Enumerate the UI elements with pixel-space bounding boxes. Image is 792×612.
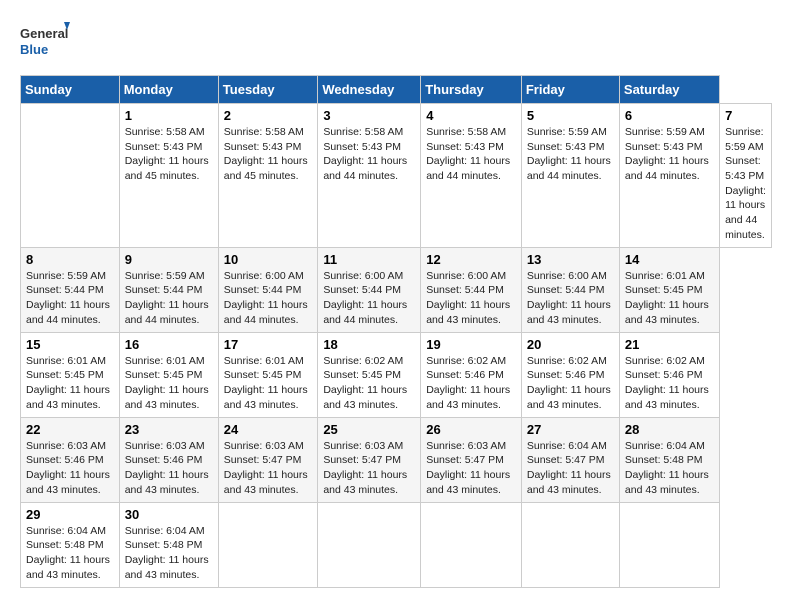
calendar-day: [218, 502, 318, 587]
calendar-day: 24Sunrise: 6:03 AMSunset: 5:47 PMDayligh…: [218, 417, 318, 502]
header-tuesday: Tuesday: [218, 76, 318, 104]
calendar-day: 5Sunrise: 5:59 AMSunset: 5:43 PMDaylight…: [521, 104, 619, 248]
calendar-day: 28Sunrise: 6:04 AMSunset: 5:48 PMDayligh…: [619, 417, 719, 502]
svg-text:Blue: Blue: [20, 42, 48, 57]
calendar-day: 18Sunrise: 6:02 AMSunset: 5:45 PMDayligh…: [318, 332, 421, 417]
calendar-header-row: SundayMondayTuesdayWednesdayThursdayFrid…: [21, 76, 772, 104]
calendar-day: 9Sunrise: 5:59 AMSunset: 5:44 PMDaylight…: [119, 247, 218, 332]
calendar-day: [619, 502, 719, 587]
calendar-day: 30Sunrise: 6:04 AMSunset: 5:48 PMDayligh…: [119, 502, 218, 587]
calendar-day: 7Sunrise: 5:59 AMSunset: 5:43 PMDaylight…: [720, 104, 772, 248]
calendar-day: [318, 502, 421, 587]
calendar-day: 19Sunrise: 6:02 AMSunset: 5:46 PMDayligh…: [421, 332, 522, 417]
calendar-day: 13Sunrise: 6:00 AMSunset: 5:44 PMDayligh…: [521, 247, 619, 332]
calendar-day: [421, 502, 522, 587]
calendar-day: 1Sunrise: 5:58 AMSunset: 5:43 PMDaylight…: [119, 104, 218, 248]
calendar-day: [521, 502, 619, 587]
header-wednesday: Wednesday: [318, 76, 421, 104]
calendar-table: SundayMondayTuesdayWednesdayThursdayFrid…: [20, 75, 772, 588]
calendar-day: 26Sunrise: 6:03 AMSunset: 5:47 PMDayligh…: [421, 417, 522, 502]
calendar-day: 16Sunrise: 6:01 AMSunset: 5:45 PMDayligh…: [119, 332, 218, 417]
empty-cell: [21, 104, 120, 248]
calendar-day: 25Sunrise: 6:03 AMSunset: 5:47 PMDayligh…: [318, 417, 421, 502]
calendar-day: 3Sunrise: 5:58 AMSunset: 5:43 PMDaylight…: [318, 104, 421, 248]
calendar-day: 20Sunrise: 6:02 AMSunset: 5:46 PMDayligh…: [521, 332, 619, 417]
calendar-day: 11Sunrise: 6:00 AMSunset: 5:44 PMDayligh…: [318, 247, 421, 332]
calendar-day: 10Sunrise: 6:00 AMSunset: 5:44 PMDayligh…: [218, 247, 318, 332]
calendar-week-2: 8Sunrise: 5:59 AMSunset: 5:44 PMDaylight…: [21, 247, 772, 332]
calendar-day: 27Sunrise: 6:04 AMSunset: 5:47 PMDayligh…: [521, 417, 619, 502]
logo: General Blue: [20, 20, 70, 65]
header-saturday: Saturday: [619, 76, 719, 104]
calendar-day: 4Sunrise: 5:58 AMSunset: 5:43 PMDaylight…: [421, 104, 522, 248]
header-thursday: Thursday: [421, 76, 522, 104]
calendar-week-4: 22Sunrise: 6:03 AMSunset: 5:46 PMDayligh…: [21, 417, 772, 502]
calendar-day: 6Sunrise: 5:59 AMSunset: 5:43 PMDaylight…: [619, 104, 719, 248]
calendar-day: 17Sunrise: 6:01 AMSunset: 5:45 PMDayligh…: [218, 332, 318, 417]
header-friday: Friday: [521, 76, 619, 104]
calendar-day: 2Sunrise: 5:58 AMSunset: 5:43 PMDaylight…: [218, 104, 318, 248]
svg-text:General: General: [20, 26, 68, 41]
calendar-day: 14Sunrise: 6:01 AMSunset: 5:45 PMDayligh…: [619, 247, 719, 332]
calendar-day: 12Sunrise: 6:00 AMSunset: 5:44 PMDayligh…: [421, 247, 522, 332]
header-monday: Monday: [119, 76, 218, 104]
calendar-day: 29Sunrise: 6:04 AMSunset: 5:48 PMDayligh…: [21, 502, 120, 587]
calendar-day: 8Sunrise: 5:59 AMSunset: 5:44 PMDaylight…: [21, 247, 120, 332]
calendar-day: 15Sunrise: 6:01 AMSunset: 5:45 PMDayligh…: [21, 332, 120, 417]
calendar-week-5: 29Sunrise: 6:04 AMSunset: 5:48 PMDayligh…: [21, 502, 772, 587]
logo-svg: General Blue: [20, 20, 70, 65]
calendar-week-1: 1Sunrise: 5:58 AMSunset: 5:43 PMDaylight…: [21, 104, 772, 248]
calendar-day: 21Sunrise: 6:02 AMSunset: 5:46 PMDayligh…: [619, 332, 719, 417]
header-sunday: Sunday: [21, 76, 120, 104]
calendar-week-3: 15Sunrise: 6:01 AMSunset: 5:45 PMDayligh…: [21, 332, 772, 417]
calendar-day: 23Sunrise: 6:03 AMSunset: 5:46 PMDayligh…: [119, 417, 218, 502]
page-header: General Blue: [20, 20, 772, 65]
calendar-day: 22Sunrise: 6:03 AMSunset: 5:46 PMDayligh…: [21, 417, 120, 502]
